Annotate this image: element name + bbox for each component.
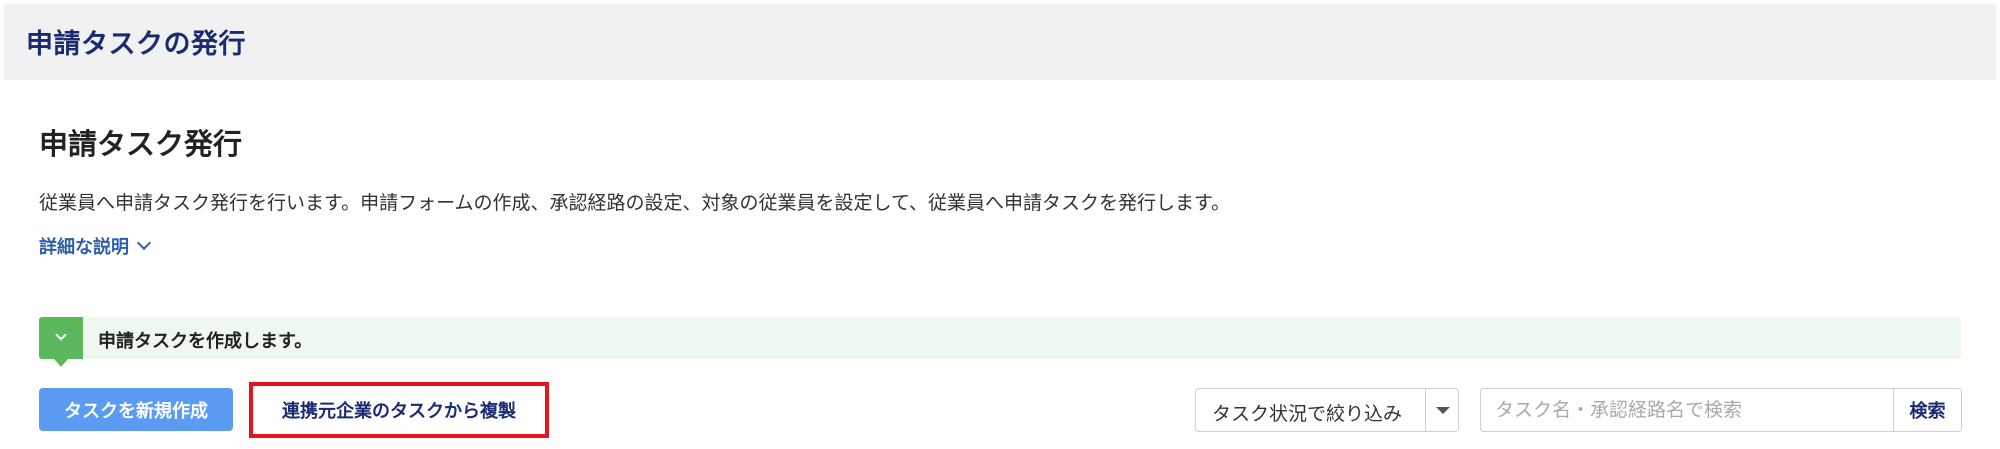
chevron-down-icon <box>136 235 152 251</box>
header-bar: 申請タスクの発行 <box>4 4 1996 80</box>
page-description: 従業員へ申請タスク発行を行います。申請フォームの作成、承認経路の設定、対象の従業… <box>39 192 1231 214</box>
search-input[interactable] <box>1481 389 1893 431</box>
header-title: 申請タスクの発行 <box>26 29 246 60</box>
page-title: 申請タスク発行 <box>39 127 243 161</box>
notice-text: 申請タスクを作成します。 <box>98 331 313 352</box>
new-task-button[interactable]: タスクを新規作成 <box>39 388 233 431</box>
caret-down-icon <box>1436 407 1450 414</box>
task-status-filter-select[interactable]: タスク状況で絞り込み <box>1195 388 1459 432</box>
search-button[interactable]: 検索 <box>1893 389 1961 431</box>
search-box: 検索 <box>1480 388 1962 432</box>
filter-divider <box>1425 389 1426 431</box>
detail-toggle-link[interactable]: 詳細な説明 <box>39 233 152 259</box>
copy-task-highlight: 連携元企業のタスクから複製 <box>249 382 549 438</box>
copy-task-from-partner-button[interactable]: 連携元企業のタスクから複製 <box>257 390 541 430</box>
notice-banner: 申請タスクを作成します。 <box>39 317 1961 367</box>
detail-link-label: 詳細な説明 <box>39 237 129 258</box>
notice-toggle-button[interactable] <box>39 317 83 367</box>
chevron-down-icon <box>55 329 67 341</box>
filter-selected-value: タスク状況で絞り込み <box>1212 403 1403 425</box>
